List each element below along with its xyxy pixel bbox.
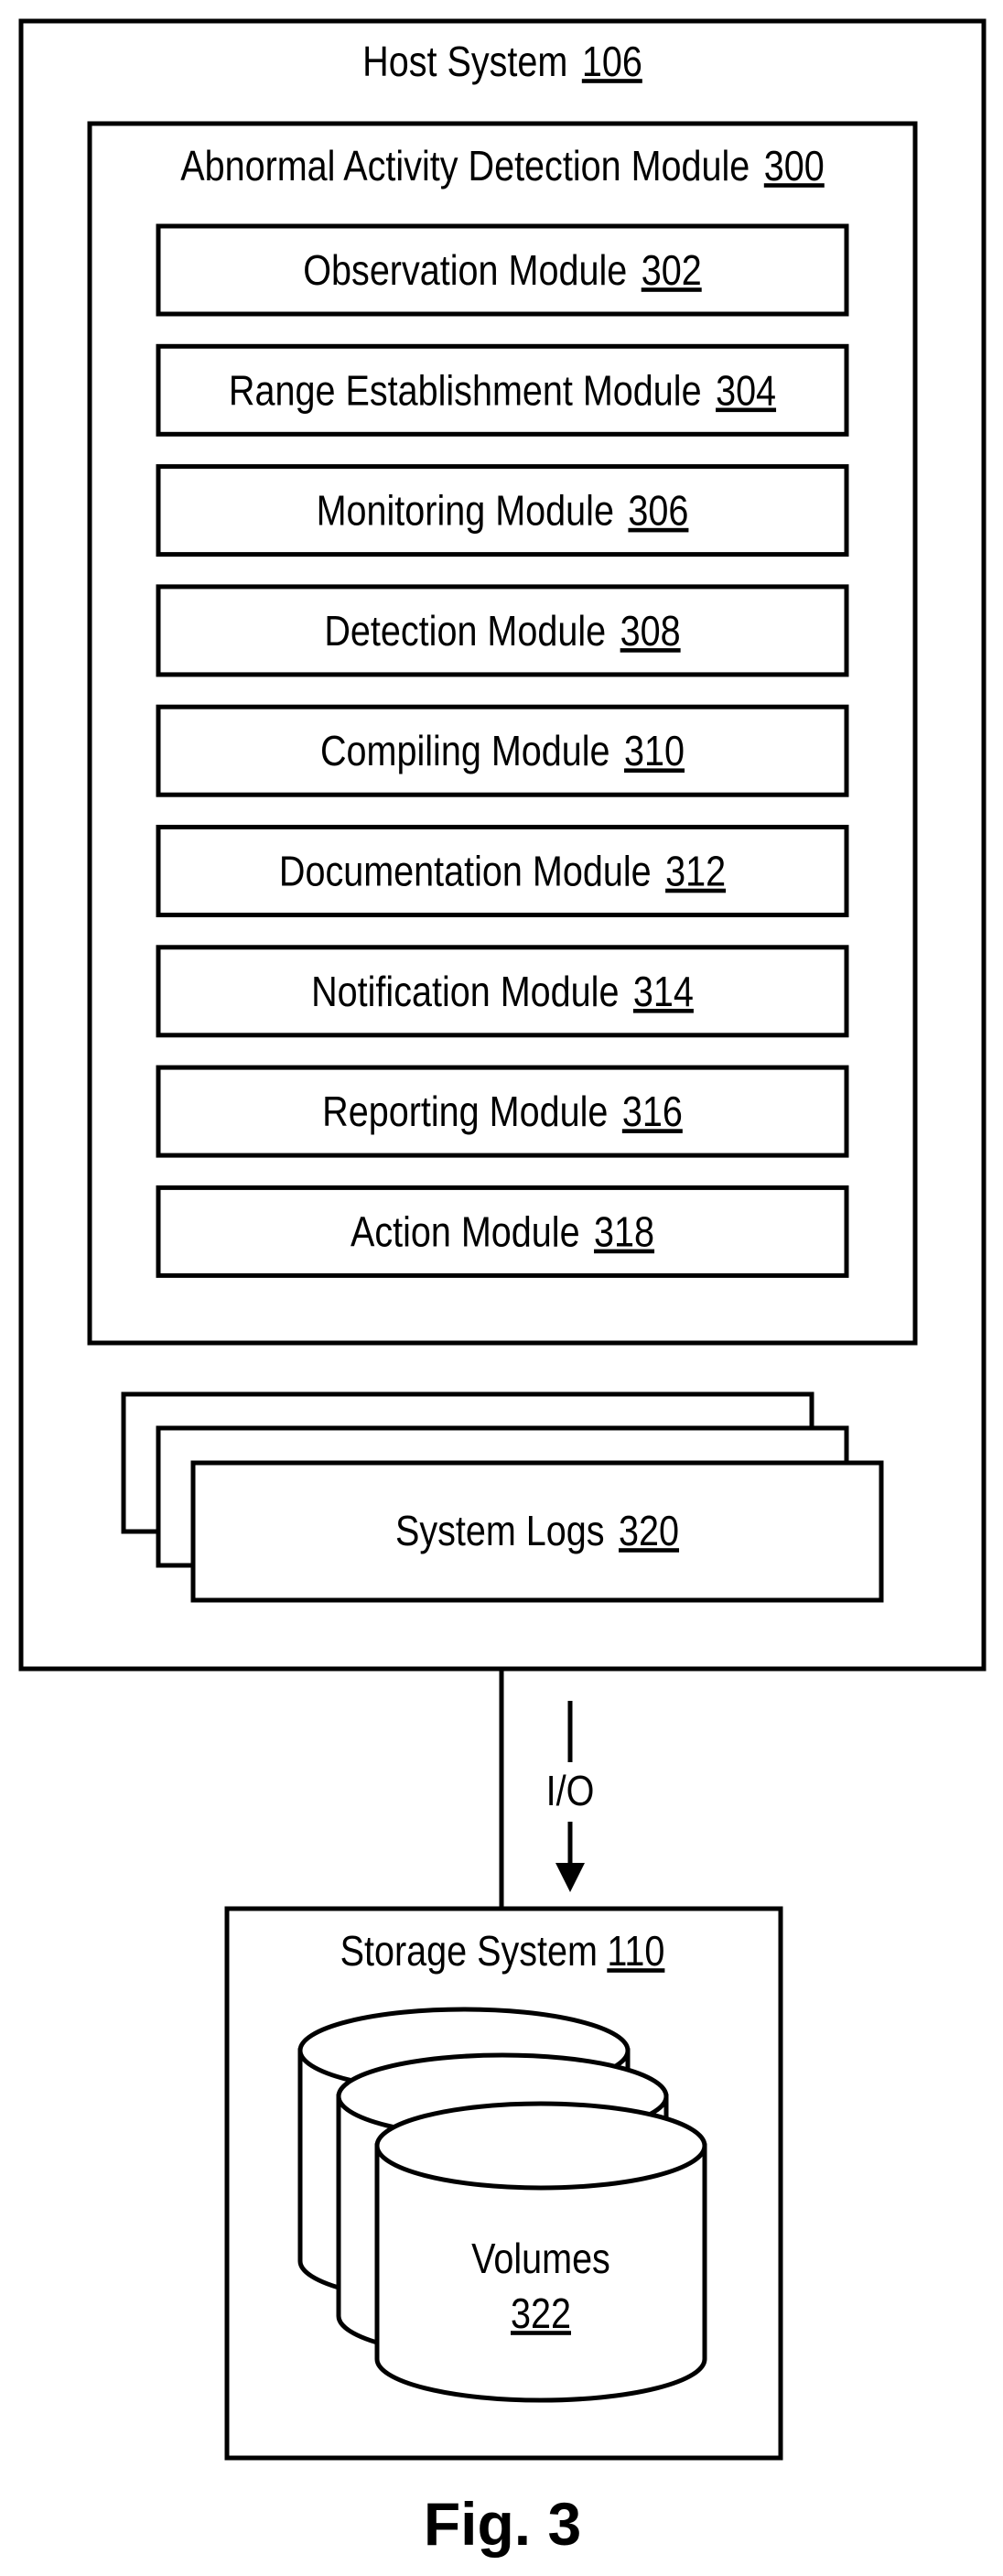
host-system-title: Host System 106 bbox=[362, 38, 642, 85]
module-ref: 308 bbox=[620, 608, 681, 655]
module-item: Detection Module 308 bbox=[156, 584, 849, 677]
module-ref: 314 bbox=[633, 969, 694, 1015]
io-arrow: I/O bbox=[546, 1701, 595, 1892]
system-logs-title: System Logs 320 bbox=[395, 1508, 679, 1554]
module-label: Monitoring Module bbox=[317, 488, 614, 535]
storage-system-title: Storage System 110 bbox=[340, 1928, 665, 1975]
storage-system: Storage System 110 Volumes 322 bbox=[224, 1906, 783, 2461]
module-list: Observation Module 302 Range Establishment… bbox=[156, 223, 849, 1278]
module-item: Action Module 318 bbox=[156, 1185, 849, 1278]
module-item: Monitoring Module 306 bbox=[156, 464, 849, 557]
module-title: Notification Module 314 bbox=[311, 969, 694, 1015]
module-title: Reporting Module 316 bbox=[322, 1088, 683, 1135]
module-title: Range Establishment Module 304 bbox=[229, 368, 776, 415]
storage-system-ref: 110 bbox=[607, 1928, 664, 1975]
module-item: Range Establishment Module 304 bbox=[156, 343, 849, 437]
module-ref: 310 bbox=[624, 728, 685, 774]
module-label: Observation Module bbox=[303, 247, 627, 294]
detection-module-title: Abnormal Activity Detection Module 300 bbox=[180, 143, 825, 189]
patent-diagram: Host System 106 Abnormal Activity Detecti… bbox=[18, 18, 987, 2558]
system-logs-ref: 320 bbox=[619, 1508, 679, 1554]
module-item: Reporting Module 316 bbox=[156, 1065, 849, 1158]
module-ref: 302 bbox=[642, 247, 702, 294]
system-logs: System Logs 320 bbox=[121, 1391, 884, 1603]
module-ref: 316 bbox=[622, 1088, 683, 1135]
module-title: Detection Module 308 bbox=[324, 608, 680, 655]
module-ref: 318 bbox=[594, 1209, 654, 1256]
module-ref: 304 bbox=[716, 368, 776, 415]
detection-module-ref: 300 bbox=[764, 143, 825, 189]
host-system-label: Host System bbox=[362, 38, 567, 85]
module-label: Action Module bbox=[351, 1209, 580, 1256]
module-label: Compiling Module bbox=[320, 728, 610, 774]
module-title: Action Module 318 bbox=[351, 1209, 654, 1256]
module-label: Notification Module bbox=[311, 969, 619, 1015]
module-label: Range Establishment Module bbox=[229, 368, 702, 415]
module-label: Reporting Module bbox=[322, 1088, 608, 1135]
detection-module-container: Abnormal Activity Detection Module 300 Ob… bbox=[87, 121, 918, 1346]
arrow-down-icon bbox=[555, 1863, 585, 1892]
module-ref: 306 bbox=[628, 488, 688, 535]
module-title: Compiling Module 310 bbox=[320, 728, 685, 774]
detection-module-label: Abnormal Activity Detection Module bbox=[180, 143, 750, 189]
module-item: Notification Module 314 bbox=[156, 945, 849, 1038]
host-system-ref: 106 bbox=[582, 38, 642, 85]
storage-system-label: Storage System bbox=[340, 1928, 598, 1975]
module-item: Compiling Module 310 bbox=[156, 704, 849, 797]
module-item: Observation Module 302 bbox=[156, 223, 849, 317]
io-label: I/O bbox=[546, 1768, 595, 1814]
module-ref: 312 bbox=[665, 849, 726, 895]
module-item: Documentation Module 312 bbox=[156, 825, 849, 917]
module-label: Documentation Module bbox=[279, 849, 652, 895]
cylinder-front-top bbox=[374, 2101, 707, 2191]
volumes-ref: 322 bbox=[511, 2290, 571, 2337]
module-title: Observation Module 302 bbox=[303, 247, 701, 294]
module-title: Monitoring Module 306 bbox=[317, 488, 689, 535]
volumes-label: Volumes bbox=[471, 2235, 610, 2282]
figure-label: Fig. 3 bbox=[424, 2490, 581, 2558]
module-label: Detection Module bbox=[324, 608, 606, 655]
system-logs-label: System Logs bbox=[395, 1508, 605, 1554]
